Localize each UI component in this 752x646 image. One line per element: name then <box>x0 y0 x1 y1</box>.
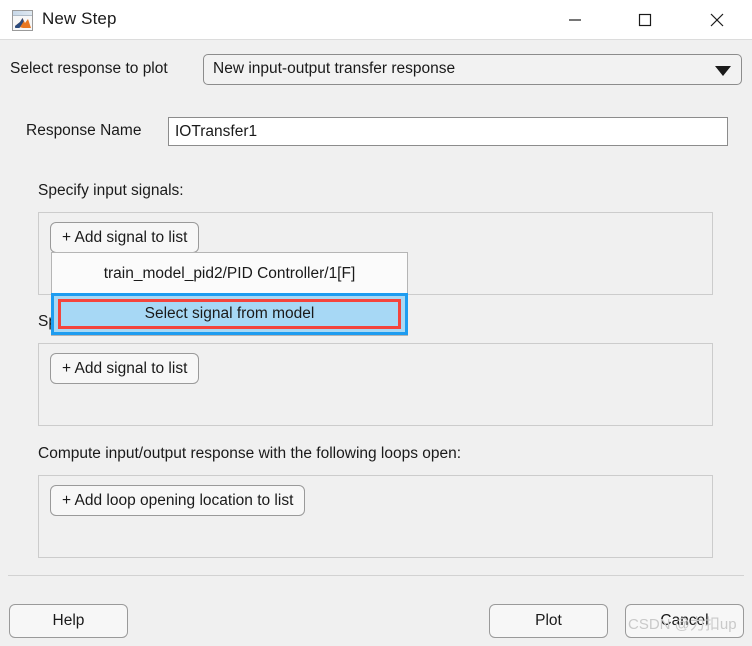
add-input-signal-button[interactable]: + Add signal to list <box>50 222 200 253</box>
cancel-button[interactable]: Cancel <box>625 604 744 638</box>
loops-open-label: Compute input/output response with the f… <box>38 445 462 462</box>
response-name-input[interactable] <box>168 117 728 146</box>
menu-item-model-signal[interactable]: train_model_pid2/PID Controller/1[F] <box>52 253 407 294</box>
window-title: New Step <box>42 9 117 28</box>
plot-button[interactable]: Plot <box>489 604 608 638</box>
maximize-icon[interactable] <box>622 0 668 39</box>
add-output-signal-button[interactable]: + Add signal to list <box>50 353 200 384</box>
output-signals-panel: + Add signal to list <box>38 343 713 426</box>
menu-item-select-signal-from-model[interactable]: Select signal from model <box>51 293 408 335</box>
close-icon[interactable] <box>694 0 740 39</box>
menu-item-select-signal-label: Select signal from model <box>144 305 315 322</box>
help-button[interactable]: Help <box>9 604 128 638</box>
chevron-down-icon <box>715 66 731 76</box>
response-name-label: Response Name <box>26 122 142 139</box>
minimize-icon[interactable] <box>552 0 598 39</box>
footer-divider <box>8 575 744 576</box>
matlab-icon <box>12 10 33 31</box>
loops-open-panel: + Add loop opening location to list <box>38 475 713 558</box>
new-step-dialog: New Step Select response to plot New inp… <box>0 0 752 646</box>
select-response-label: Select response to plot <box>10 60 168 77</box>
input-signals-label: Specify input signals: <box>38 182 184 199</box>
response-type-value: New input-output transfer response <box>213 60 456 77</box>
response-type-combobox[interactable]: New input-output transfer response <box>203 54 742 85</box>
add-loop-opening-button[interactable]: + Add loop opening location to list <box>50 485 306 516</box>
title-bar: New Step <box>0 0 752 40</box>
